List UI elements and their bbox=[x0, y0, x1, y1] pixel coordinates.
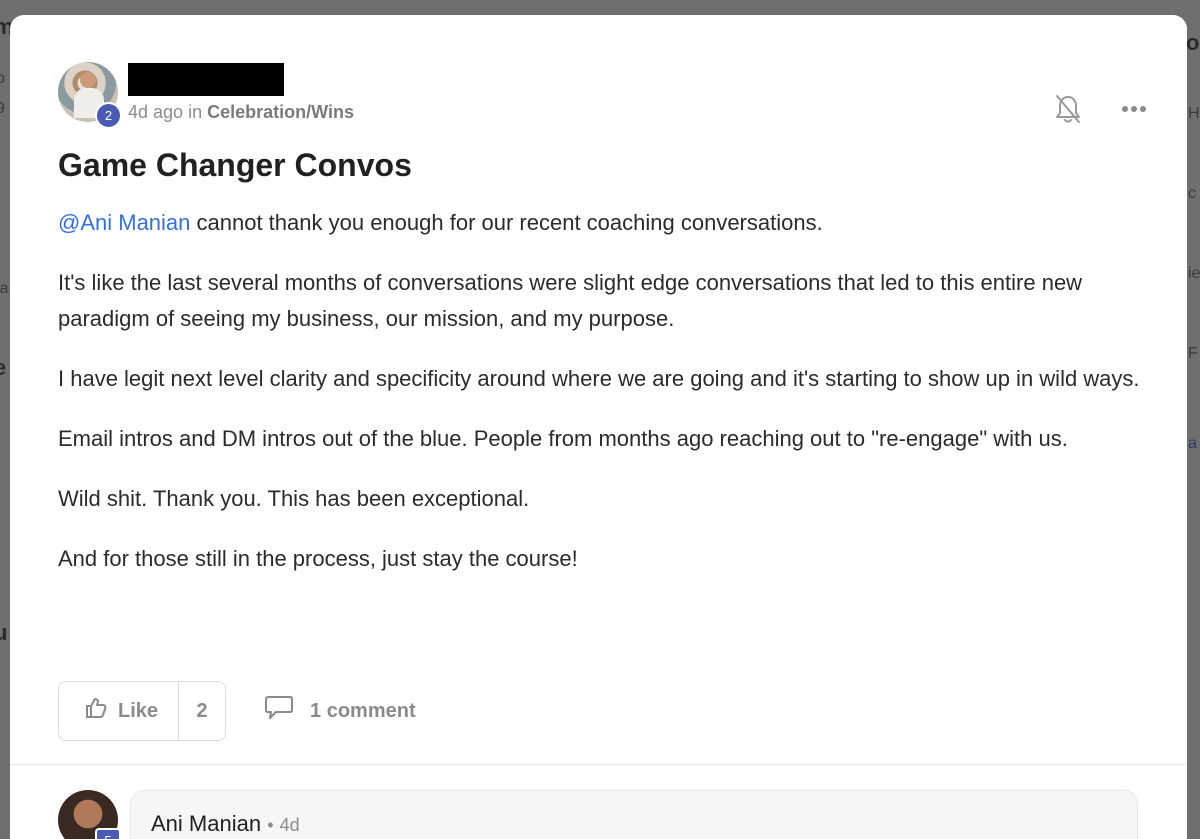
background-fragment: F bbox=[1188, 345, 1198, 362]
post-category-link[interactable]: Celebration/Wins bbox=[207, 102, 354, 122]
bell-off-icon[interactable] bbox=[1055, 94, 1081, 124]
comment-bubble: Ani Manian • 4d bbox=[130, 790, 1138, 839]
post-modal: 2 4d ago in Celebration/Wins Game Change… bbox=[10, 15, 1187, 839]
background-fragment: ie bbox=[1188, 265, 1200, 282]
comment-header: Ani Manian • 4d bbox=[151, 811, 300, 837]
post-body: @Ani Manian cannot thank you enough for … bbox=[58, 205, 1148, 601]
comments-button[interactable]: 1 comment bbox=[264, 695, 416, 727]
background-fragment: u bbox=[0, 620, 8, 645]
post-header-actions bbox=[1055, 94, 1147, 124]
background-fragment: p bbox=[0, 70, 5, 87]
post-title: Game Changer Convos bbox=[58, 147, 412, 183]
author-level-badge: 2 bbox=[95, 102, 122, 129]
post-in-label: in bbox=[188, 102, 203, 122]
commenter-level-badge: 5 bbox=[95, 828, 121, 839]
post-paragraph: @Ani Manian cannot thank you enough for … bbox=[58, 210, 823, 235]
background-fragment: o bbox=[1186, 30, 1200, 55]
background-fragment: la bbox=[0, 280, 9, 297]
divider bbox=[10, 764, 1187, 765]
comment-icon bbox=[264, 695, 294, 727]
post-header: 2 4d ago in Celebration/Wins bbox=[58, 62, 1147, 142]
background-fragment: a bbox=[1188, 435, 1197, 452]
like-button[interactable]: Like bbox=[59, 682, 180, 740]
background-fragment: c bbox=[1188, 185, 1196, 202]
mention-link[interactable]: @Ani Manian bbox=[58, 210, 190, 235]
post-actions: Like 2 1 comment bbox=[58, 681, 416, 741]
comments-label: 1 comment bbox=[310, 699, 416, 722]
like-count[interactable]: 2 bbox=[179, 682, 225, 740]
post-meta: 4d ago in Celebration/Wins bbox=[128, 102, 354, 123]
like-group: Like 2 bbox=[58, 681, 227, 741]
comment-separator: • bbox=[267, 815, 274, 835]
like-label: Like bbox=[118, 699, 159, 722]
post-paragraph: Email intros and DM intros out of the bl… bbox=[58, 426, 1068, 451]
redacted-author-name bbox=[128, 63, 284, 96]
post-paragraph: It's like the last several months of con… bbox=[58, 270, 1083, 331]
background-fragment: 9 bbox=[0, 100, 5, 117]
thumbs-up-icon bbox=[84, 696, 108, 726]
background-fragment: H bbox=[1188, 105, 1200, 122]
more-horizontal-icon[interactable] bbox=[1121, 105, 1147, 113]
post-paragraph: And for those still in the process, just… bbox=[58, 546, 578, 571]
comment-author-name[interactable]: Ani Manian bbox=[151, 811, 261, 836]
post-paragraph: I have legit next level clarity and spec… bbox=[58, 366, 1140, 391]
post-time: 4d ago bbox=[128, 102, 184, 122]
post-paragraph: Wild shit. Thank you. This has been exce… bbox=[58, 486, 530, 511]
background-fragment: e bbox=[0, 355, 7, 380]
comment-time: 4d bbox=[279, 815, 300, 835]
